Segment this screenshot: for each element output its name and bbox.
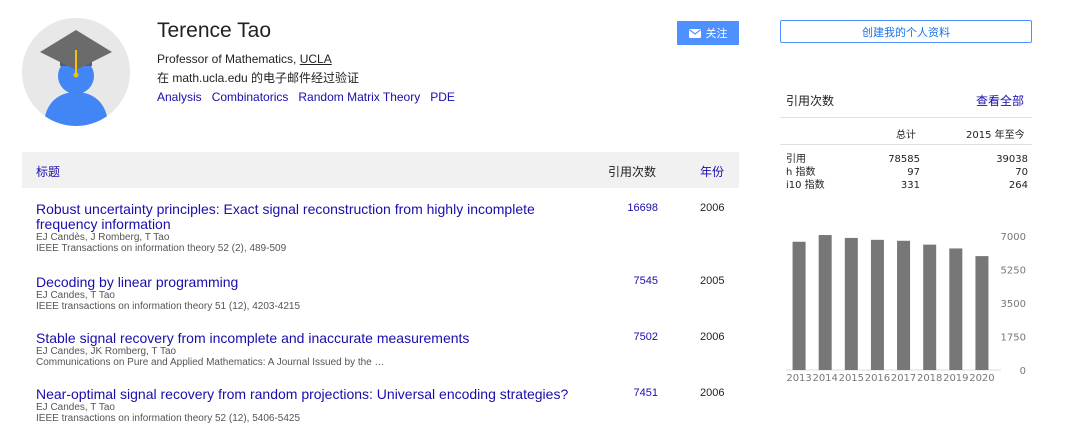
stats-total: 78585	[888, 154, 920, 165]
chart-bar-2019[interactable]	[949, 248, 963, 370]
interest-link-analysis[interactable]: Analysis	[157, 90, 202, 104]
article-venue: IEEE Transactions on information theory …	[36, 243, 287, 254]
article-year: 2005	[700, 275, 725, 287]
article-authors: EJ Candes, T Tao	[36, 402, 115, 413]
article-year: 2006	[700, 331, 725, 343]
cited-by-count[interactable]: 7545	[622, 275, 658, 287]
cited-by-count[interactable]: 16698	[622, 202, 658, 214]
chart-bar-2017[interactable]	[897, 240, 911, 370]
chart-x-tick-2017: 2017	[891, 373, 916, 384]
envelope-icon	[688, 28, 701, 38]
citation-stats-table: 引用 78585 39038 h 指数 97 70 i10 指数 331 264	[786, 153, 1028, 192]
table-header: 标题 引用次数 年份	[22, 152, 739, 188]
chart-x-tick-2020: 2020	[969, 373, 994, 384]
table-row: Near-optimal signal recovery from random…	[36, 387, 739, 425]
citations-heading: 引用次数	[786, 94, 835, 108]
chart-x-tick-2018: 2018	[917, 373, 942, 384]
sort-by-year[interactable]: 年份	[700, 163, 724, 180]
article-title[interactable]: Decoding by linear programming	[36, 275, 592, 290]
table-row: Stable signal recovery from incomplete a…	[36, 331, 739, 369]
stats-total: 331	[900, 180, 920, 191]
chart-x-tick-2013: 2013	[786, 373, 811, 384]
stats-row-i10-index: i10 指数 331 264	[786, 179, 1028, 192]
cited-by-count[interactable]: 7502	[622, 331, 658, 343]
chart-bar-2018[interactable]	[923, 244, 937, 370]
article-venue: IEEE transactions on information theory …	[36, 301, 301, 312]
chart-x-tick-2016: 2016	[865, 373, 890, 384]
follow-label: 关注	[705, 27, 728, 40]
chart-y-tick-1750: 1750	[1001, 333, 1026, 344]
stats-since: 264	[1008, 180, 1028, 191]
affiliation-link[interactable]: UCLA	[300, 52, 332, 66]
affiliation: Professor of Mathematics, UCLA	[157, 52, 332, 66]
article-title[interactable]: Stable signal recovery from incomplete a…	[36, 331, 592, 346]
chart-bar-2014[interactable]	[818, 235, 832, 370]
view-all-link[interactable]: 查看全部	[976, 92, 1024, 109]
article-venue: IEEE transactions on information theory …	[36, 413, 301, 424]
article-title[interactable]: Robust uncertainty principles: Exact sig…	[36, 202, 592, 232]
stats-since: 70	[1015, 167, 1028, 178]
stats-label: i10 指数	[786, 180, 825, 191]
follow-button[interactable]: 关注	[677, 21, 739, 45]
interest-link-random-matrix-theory[interactable]: Random Matrix Theory	[298, 90, 420, 104]
table-row: Robust uncertainty principles: Exact sig…	[36, 202, 739, 255]
interest-link-combinatorics[interactable]: Combinatorics	[212, 90, 289, 104]
chart-bar-2015[interactable]	[844, 237, 858, 370]
divider	[780, 117, 1032, 118]
table-row: Decoding by linear programming EJ Candes…	[36, 275, 739, 313]
stats-total: 97	[907, 167, 920, 178]
stats-row-citations: 引用 78585 39038	[786, 153, 1028, 166]
default-avatar-icon	[22, 18, 130, 126]
article-title[interactable]: Near-optimal signal recovery from random…	[36, 387, 592, 402]
article-authors: EJ Candes, JK Romberg, T Tao	[36, 346, 177, 357]
verified-email: 在 math.ucla.edu 的电子邮件经过验证	[157, 71, 360, 85]
chart-bar-2016[interactable]	[870, 239, 884, 370]
article-authors: EJ Candes, T Tao	[36, 290, 115, 301]
stats-since: 39038	[996, 154, 1028, 165]
chart-x-tick-2019: 2019	[943, 373, 968, 384]
column-cited-by: 引用次数	[608, 165, 657, 179]
chart-x-tick-2015: 2015	[839, 373, 864, 384]
chart-bar-2020[interactable]	[975, 256, 989, 370]
divider	[780, 144, 1032, 145]
chart-x-tick-2014: 2014	[812, 373, 837, 384]
article-authors: EJ Candès, J Romberg, T Tao	[36, 232, 170, 243]
sort-by-title[interactable]: 标题	[36, 163, 60, 180]
avatar	[22, 18, 130, 126]
chart-y-tick-5250: 5250	[1001, 266, 1026, 277]
stats-row-h-index: h 指数 97 70	[786, 166, 1028, 179]
article-venue: Communications on Pure and Applied Mathe…	[36, 357, 385, 368]
citations-per-year-chart: 2013 2014 2015 2016 2017 2018 2019 2020 7000 5250…	[786, 232, 1026, 384]
column-since-2015: 2015 年至今	[966, 130, 1025, 141]
profile-name: Terence Tao	[157, 19, 272, 42]
interest-link-pde[interactable]: PDE	[430, 90, 455, 104]
affiliation-text: Professor of Mathematics,	[157, 52, 300, 66]
stats-label: 引用	[786, 154, 806, 165]
create-profile-button[interactable]: 创建我的个人资料	[780, 20, 1032, 43]
chart-y-tick-7000: 7000	[1001, 232, 1026, 243]
chart-bar-2013[interactable]	[792, 241, 806, 370]
chart-y-tick-0: 0	[1020, 366, 1026, 377]
article-year: 2006	[700, 202, 725, 214]
stats-label: h 指数	[786, 167, 816, 178]
column-total: 总计	[896, 130, 916, 141]
cited-by-count[interactable]: 7451	[622, 387, 658, 399]
article-year: 2006	[700, 387, 725, 399]
chart-y-tick-3500: 3500	[1001, 299, 1026, 310]
research-interests: Analysis Combinatorics Random Matrix Theor…	[157, 90, 465, 104]
